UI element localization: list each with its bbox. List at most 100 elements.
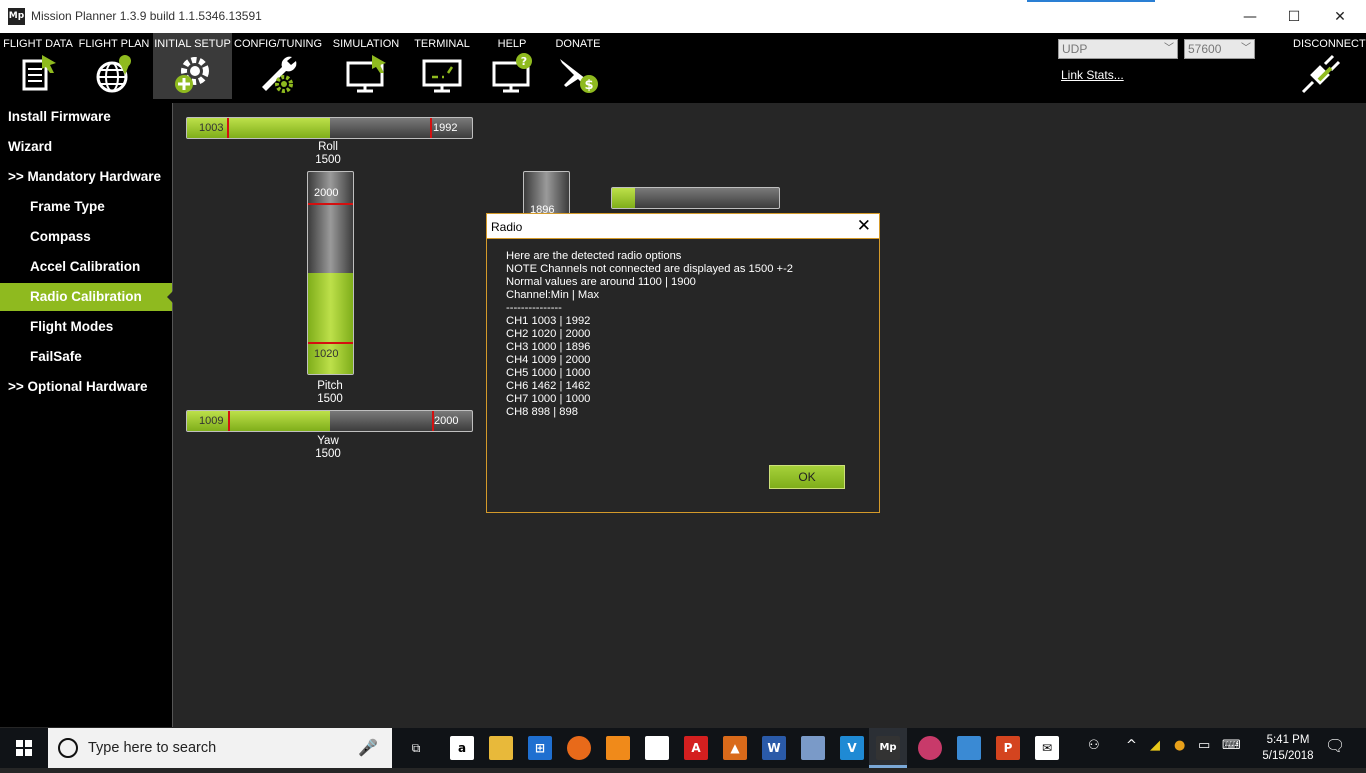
mail-icon[interactable]: ✉ bbox=[1035, 736, 1059, 760]
ch5-bar bbox=[611, 187, 780, 209]
keyboard-icon[interactable]: ⌨ bbox=[1222, 738, 1241, 753]
clock-date: 5/15/2018 bbox=[1262, 750, 1314, 762]
radio-dialog-message: Here are the detected radio options NOTE… bbox=[506, 250, 794, 418]
sidebar-item-install-firmware[interactable]: Install Firmware bbox=[0, 103, 172, 131]
sidebar-item-accel-calibration[interactable]: Accel Calibration bbox=[0, 253, 172, 281]
notification-icon[interactable]: 🗨 bbox=[1325, 736, 1345, 755]
connection-type-select[interactable]: UDP ﹀ bbox=[1058, 39, 1178, 59]
yaw-bar: 1009 2000 bbox=[186, 410, 473, 432]
terminal-icon bbox=[422, 59, 462, 93]
pitch-name: Pitch bbox=[317, 380, 343, 392]
satellite-app-icon[interactable] bbox=[918, 736, 942, 760]
word-icon[interactable]: W bbox=[762, 736, 786, 760]
flight-data-icon bbox=[22, 55, 56, 91]
sidebar-item-radio-calibration[interactable]: Radio Calibration bbox=[0, 283, 174, 311]
battery-icon[interactable]: ▭ bbox=[1198, 738, 1210, 753]
simulation-icon bbox=[346, 55, 386, 93]
file-explorer-icon[interactable] bbox=[489, 736, 513, 760]
window-title: Mission Planner 1.3.9 build 1.1.5346.135… bbox=[31, 9, 262, 23]
windows-taskbar: Type here to search 🎤 ⧉ a ⊞ A ▲ W V Mp P… bbox=[0, 728, 1366, 768]
yaw-max-label: 2000 bbox=[434, 415, 459, 427]
sidebar-item-mandatory-hardware[interactable]: >> Mandatory Hardware bbox=[0, 163, 172, 191]
taskbar-search-box[interactable]: Type here to search 🎤 bbox=[48, 728, 392, 768]
powerpoint-icon[interactable]: P bbox=[996, 736, 1020, 760]
sidebar-item-compass[interactable]: Compass bbox=[0, 223, 172, 251]
baud-rate-select[interactable]: 57600 ﹀ bbox=[1184, 39, 1255, 59]
disconnect-button[interactable]: DISCONNECT bbox=[1293, 38, 1366, 94]
yaw-value: 1500 bbox=[315, 448, 341, 460]
chevron-down-icon: ﹀ bbox=[1241, 43, 1251, 54]
initial-setup-icon bbox=[174, 57, 209, 93]
roll-value: 1500 bbox=[315, 154, 341, 166]
search-placeholder: Type here to search bbox=[88, 740, 217, 756]
menu-donate[interactable]: DONATE $ bbox=[545, 33, 611, 99]
link-stats-link[interactable]: Link Stats... bbox=[1061, 68, 1124, 82]
menu-help[interactable]: HELP ? bbox=[479, 33, 545, 99]
firefox-icon[interactable] bbox=[567, 736, 591, 760]
sidebar-item-failsafe[interactable]: FailSafe bbox=[0, 343, 172, 371]
connection-type-value: UDP bbox=[1062, 42, 1088, 56]
pitch-max-marker bbox=[308, 203, 353, 205]
microphone-icon[interactable]: 🎤 bbox=[358, 738, 378, 757]
menu-flight-data[interactable]: FLIGHT DATA bbox=[0, 33, 76, 99]
amazon-icon[interactable]: a bbox=[450, 736, 474, 760]
sidebar-item-wizard[interactable]: Wizard bbox=[0, 133, 172, 161]
sticky-notes-icon[interactable] bbox=[645, 736, 669, 760]
roll-max-label: 1992 bbox=[433, 122, 458, 134]
wifi-icon[interactable]: ◢ bbox=[1150, 738, 1160, 753]
sidebar-item-frame-type[interactable]: Frame Type bbox=[0, 193, 172, 221]
radio-dialog-title: Radio bbox=[491, 220, 523, 234]
flight-plan-icon bbox=[96, 55, 131, 93]
menu-flight-data-label: FLIGHT DATA bbox=[3, 38, 73, 50]
app-tray-icon[interactable]: ● bbox=[1174, 738, 1185, 753]
pitch-value: 1500 bbox=[317, 393, 343, 405]
mission-planner-taskbar-icon[interactable]: Mp bbox=[876, 736, 900, 760]
store-icon[interactable]: ⊞ bbox=[528, 736, 552, 760]
matlab-icon[interactable]: ▲ bbox=[723, 736, 747, 760]
cortana-icon bbox=[58, 738, 78, 758]
maximize-button[interactable]: ☐ bbox=[1271, 4, 1317, 30]
photos-icon[interactable] bbox=[957, 736, 981, 760]
plug-icon bbox=[1301, 54, 1341, 94]
minimize-button[interactable]: — bbox=[1227, 4, 1273, 30]
disconnect-label: DISCONNECT bbox=[1293, 38, 1366, 50]
taskbar-clock[interactable]: 5:41 PM 5/15/2018 bbox=[1250, 732, 1326, 764]
yaw-label: Yaw 1500 bbox=[298, 435, 358, 461]
menu-terminal[interactable]: TERMINAL bbox=[405, 33, 479, 99]
start-button[interactable] bbox=[0, 728, 48, 768]
sidebar-item-optional-hardware[interactable]: >> Optional Hardware bbox=[0, 373, 172, 401]
menu-terminal-label: TERMINAL bbox=[414, 38, 470, 50]
clock-time: 5:41 PM bbox=[1266, 734, 1310, 746]
menu-help-label: HELP bbox=[497, 38, 527, 50]
baud-rate-value: 57600 bbox=[1188, 42, 1222, 56]
pitch-min-marker bbox=[308, 342, 353, 344]
ok-button[interactable]: OK bbox=[769, 465, 845, 489]
chevron-up-icon[interactable]: ^ bbox=[1126, 738, 1137, 753]
setup-sidebar: Install Firmware Wizard >> Mandatory Har… bbox=[0, 103, 174, 727]
menu-config-tuning-label: CONFIG/TUNING bbox=[234, 38, 322, 50]
acrobat-icon[interactable]: A bbox=[684, 736, 708, 760]
yaw-min-marker bbox=[228, 411, 230, 431]
paint-icon[interactable] bbox=[801, 736, 825, 760]
help-icon: ? bbox=[492, 53, 532, 93]
menu-config-tuning[interactable]: CONFIG/TUNING bbox=[233, 33, 323, 99]
donate-icon: $ bbox=[560, 59, 598, 93]
sidebar-item-flight-modes[interactable]: Flight Modes bbox=[0, 313, 172, 341]
menu-initial-setup[interactable]: INITIAL SETUP bbox=[153, 33, 232, 99]
menu-flight-plan[interactable]: FLIGHT PLAN bbox=[76, 33, 152, 99]
pitch-min-label: 1020 bbox=[314, 348, 339, 360]
config-tuning-icon bbox=[262, 56, 297, 93]
task-view-icon[interactable]: ⧉ bbox=[404, 736, 428, 760]
svg-text:$: $ bbox=[584, 78, 593, 93]
yaw-min-label: 1009 bbox=[199, 415, 224, 427]
close-icon[interactable]: ✕ bbox=[857, 216, 871, 236]
menu-simulation-label: SIMULATION bbox=[332, 38, 400, 50]
title-bar-accent bbox=[1027, 0, 1155, 2]
pitch-bar: 2000 1020 bbox=[307, 171, 354, 375]
menu-simulation[interactable]: SIMULATION bbox=[327, 33, 405, 99]
close-button[interactable]: ✕ bbox=[1317, 4, 1363, 30]
vc-app-icon[interactable]: V bbox=[840, 736, 864, 760]
office-app-icon[interactable] bbox=[606, 736, 630, 760]
people-icon[interactable]: ⚇ bbox=[1088, 738, 1100, 753]
chevron-down-icon: ﹀ bbox=[1164, 43, 1174, 54]
